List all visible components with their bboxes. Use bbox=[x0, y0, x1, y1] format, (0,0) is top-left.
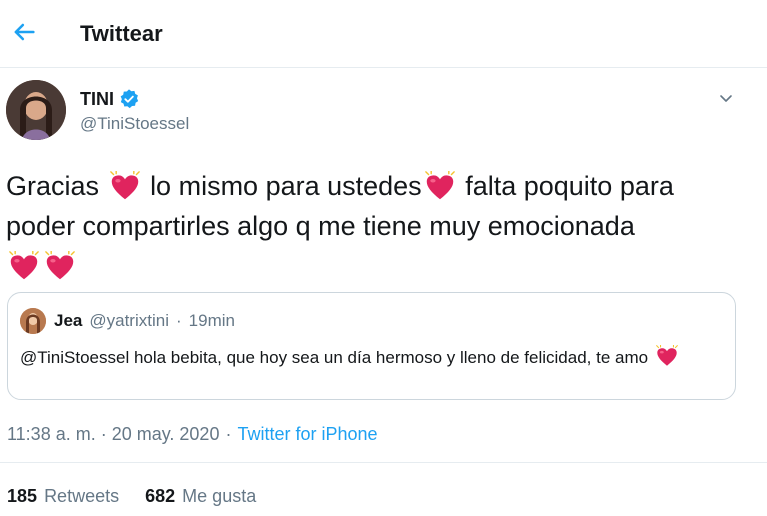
likes-count: 682 bbox=[145, 486, 176, 506]
quote-avatar bbox=[20, 308, 46, 334]
retweets-count: 185 bbox=[7, 486, 38, 506]
meta-separator: · bbox=[225, 424, 232, 444]
author-name[interactable]: TINI bbox=[80, 89, 114, 110]
author-name-row: TINI bbox=[80, 88, 140, 110]
quote-text: @TiniStoessel hola bebita, que hoy sea u… bbox=[20, 345, 720, 371]
sparkling-heart-icon bbox=[109, 171, 141, 201]
retweets-label: Retweets bbox=[44, 486, 120, 506]
page-title: Twittear bbox=[80, 21, 163, 46]
quote-author-handle: @yatrixtini bbox=[89, 311, 169, 330]
tweet-source-link[interactable]: Twitter for iPhone bbox=[237, 424, 377, 445]
sparkling-heart-icon bbox=[44, 251, 76, 281]
quote-author-name: Jea bbox=[54, 311, 83, 330]
sparkling-heart-icon bbox=[8, 251, 40, 281]
quote-header: Jea @yatrixtini · 19min bbox=[54, 311, 235, 331]
sparkling-heart-icon bbox=[424, 171, 456, 201]
tweet-text: Gracias lo mismo para ustedes falta poqu… bbox=[6, 166, 746, 286]
quote-text-body: @TiniStoessel hola bebita, que hoy sea u… bbox=[20, 348, 649, 367]
quote-avatar-image bbox=[20, 308, 46, 334]
quote-separator: · bbox=[175, 311, 182, 330]
chevron-down-icon[interactable] bbox=[716, 88, 736, 108]
tweet-stats: 185 Retweets 682 Me gusta bbox=[7, 486, 256, 507]
tweet-text-part: lo mismo para ustedes bbox=[150, 171, 422, 201]
tweet-timestamp[interactable]: 11:38 a. m. · 20 may. 2020 bbox=[7, 424, 219, 445]
verified-badge-icon bbox=[120, 89, 139, 109]
avatar[interactable] bbox=[6, 80, 66, 140]
sparkling-heart-icon bbox=[655, 345, 679, 367]
author-handle[interactable]: @TiniStoessel bbox=[80, 114, 189, 134]
divider bbox=[0, 462, 767, 463]
likes-stat[interactable]: 682 Me gusta bbox=[145, 486, 256, 507]
arrow-left-icon[interactable] bbox=[10, 18, 38, 46]
avatar-image bbox=[6, 80, 66, 140]
tweet-text-part: Gracias bbox=[6, 171, 100, 201]
likes-label: Me gusta bbox=[182, 486, 257, 506]
header: Twittear bbox=[0, 0, 767, 68]
retweets-stat[interactable]: 185 Retweets bbox=[7, 486, 119, 507]
tweet-meta: 11:38 a. m. · 20 may. 2020 · Twitter for… bbox=[7, 424, 378, 445]
quote-time: 19min bbox=[188, 311, 235, 330]
quoted-tweet-card[interactable]: Jea @yatrixtini · 19min @TiniStoessel ho… bbox=[7, 292, 736, 400]
